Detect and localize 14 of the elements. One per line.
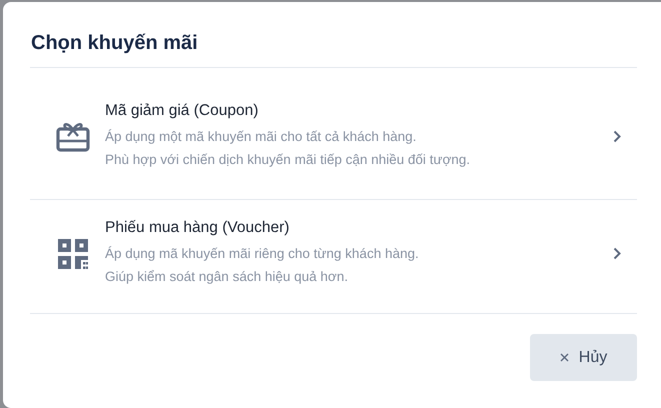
- cancel-button[interactable]: Hủy: [530, 334, 637, 381]
- option-description: Phù hợp với chiến dịch khuyến mãi tiếp cận nhiều đối tượng.: [105, 151, 472, 169]
- option-item[interactable]: Mã giảm giá (Coupon) Áp dụng một mã khuyến mãi cho tất cả khách hàng. Phù hợp với chiến dịch khuyến mãi tiếp cận nhiều đối tượng.: [30, 68, 637, 200]
- option-description: Áp dụng mã khuyến mãi riêng cho từng khách hàng.: [105, 245, 420, 263]
- gift-card-icon: [54, 120, 90, 152]
- option-title: Phiếu mua hàng (Voucher): [105, 219, 290, 237]
- option-item[interactable]: Phiếu mua hàng (Voucher) Áp dụng mã khuyến mãi riêng cho từng khách hàng. Giúp kiểm soát ngân sách hiệu quả hơn.: [30, 200, 637, 314]
- chevron-right-icon: [613, 247, 621, 260]
- option-description: Áp dụng một mã khuyến mãi cho tất cả khách hàng.: [105, 128, 418, 146]
- option-title: Mã giảm giá (Coupon): [105, 102, 260, 120]
- dialog-title: Chọn khuyến mãi: [30, 2, 637, 68]
- option-description: Giúp kiểm soát ngân sách hiệu quả hơn.: [105, 268, 350, 286]
- chevron-right-icon: [613, 130, 621, 143]
- close-icon: [560, 353, 569, 362]
